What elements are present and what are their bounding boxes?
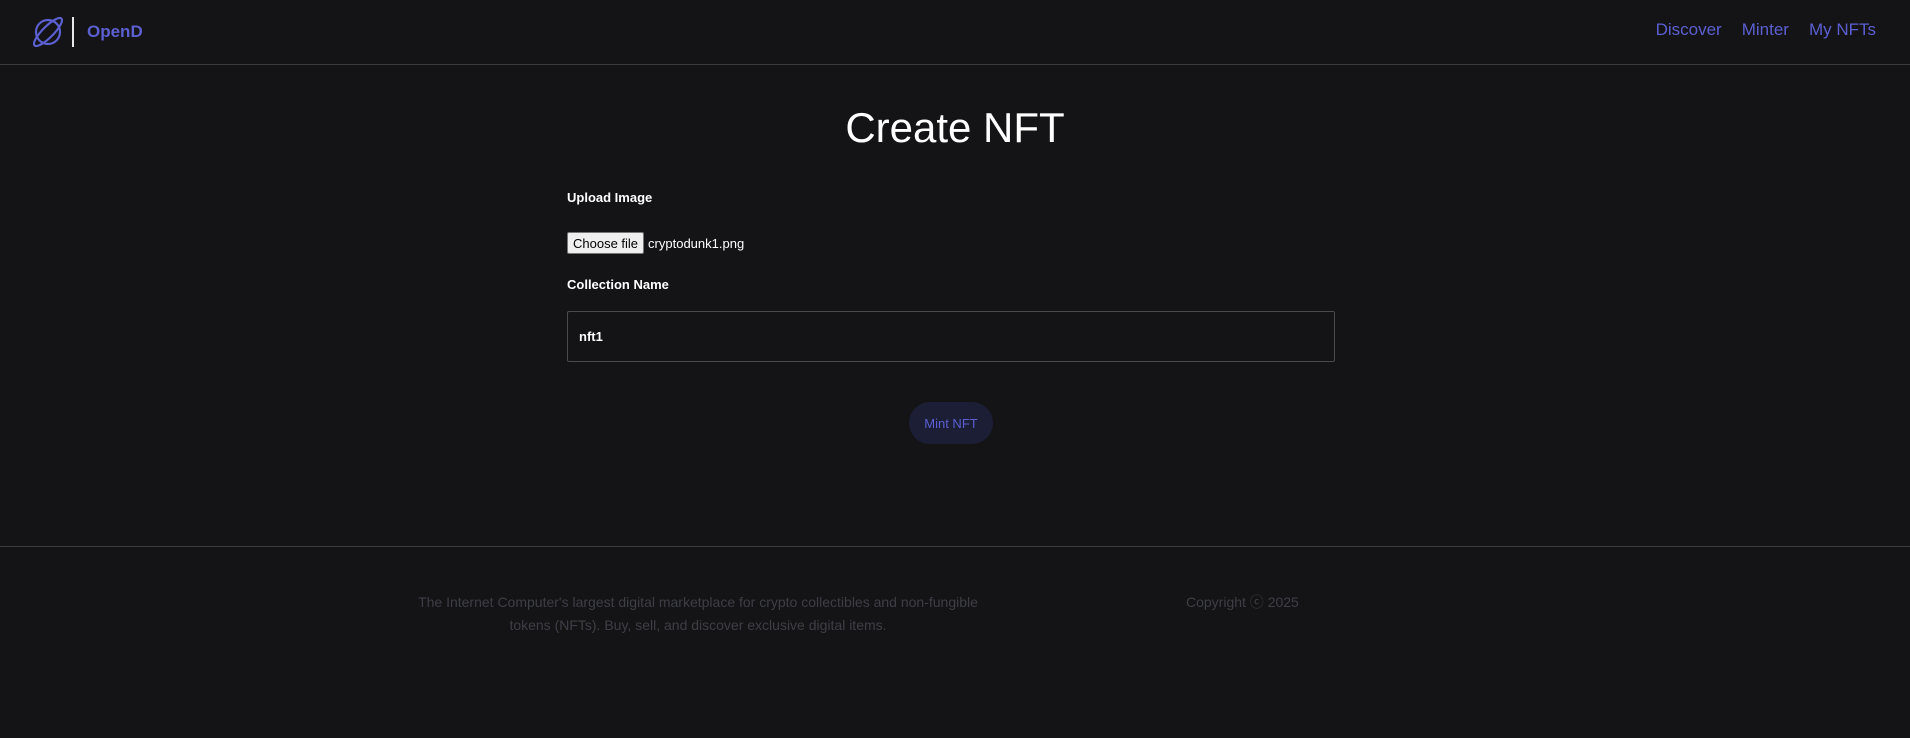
collection-name-label: Collection Name	[567, 277, 669, 292]
top-header: OpenD Discover Minter My NFTs	[0, 0, 1910, 65]
brand-name[interactable]: OpenD	[87, 22, 143, 42]
planet-icon	[32, 16, 64, 48]
footer-copyright: Copyright ⓒ 2025	[1186, 594, 1299, 610]
page-title: Create NFT	[845, 104, 1065, 151]
selected-file-name: cryptodunk1.png	[648, 235, 745, 251]
footer: The Internet Computer's largest digital …	[0, 546, 1910, 738]
main-content: Create NFT Upload Image Choose file cryp…	[0, 66, 1910, 546]
main-nav: Discover Minter My NFTs	[1656, 20, 1876, 40]
collection-name-input[interactable]	[567, 311, 1335, 362]
upload-image-label: Upload Image	[567, 190, 653, 205]
nav-minter[interactable]: Minter	[1742, 20, 1789, 40]
nav-discover[interactable]: Discover	[1656, 20, 1722, 40]
mint-nft-button[interactable]: Mint NFT	[909, 402, 993, 444]
footer-description: The Internet Computer's largest digital …	[418, 594, 978, 633]
nav-my-nfts[interactable]: My NFTs	[1809, 20, 1876, 40]
logo[interactable]: OpenD	[30, 14, 143, 50]
file-input[interactable]: Choose file cryptodunk1.png	[567, 232, 744, 254]
logo-divider	[72, 17, 74, 47]
choose-file-button[interactable]: Choose file	[567, 232, 645, 254]
